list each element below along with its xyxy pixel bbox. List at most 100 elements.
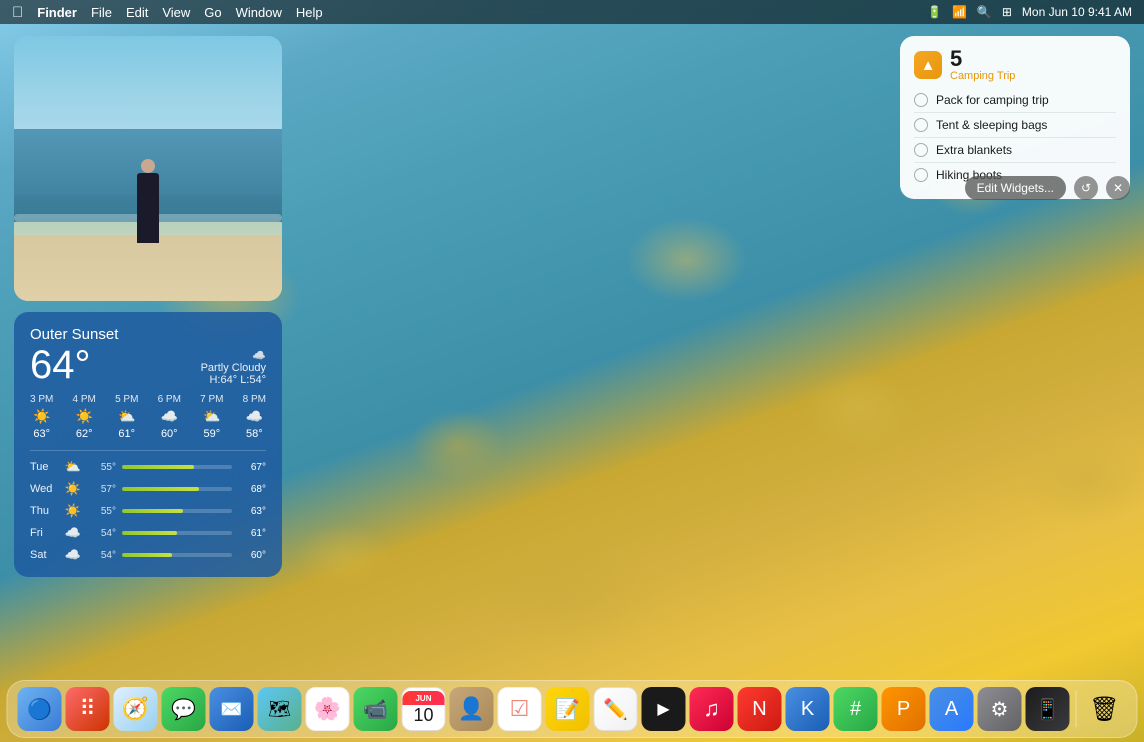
- dock-item-appstore[interactable]: AApp Store: [930, 687, 974, 731]
- weather-day-icon: ☁️: [64, 525, 82, 541]
- weather-hour-item: 4 PM ☀️ 62°: [73, 394, 96, 440]
- weather-day-name: Sat: [30, 549, 58, 561]
- datetime-display: Mon Jun 10 9:41 AM: [1022, 5, 1132, 19]
- weather-day-row: Thu ☀️ 55° 63°: [30, 503, 266, 519]
- dock: 🔵Finder⠿Launchpad🧭Safari💬Messages✉️Mail🗺…: [7, 680, 1138, 738]
- dock-item-photos[interactable]: 🌸Photos: [306, 687, 350, 731]
- dock-item-numbers[interactable]: #Numbers: [834, 687, 878, 731]
- dock-item-maps[interactable]: 🗺Maps: [258, 687, 302, 731]
- reminder-text: Extra blankets: [936, 143, 1012, 157]
- dock-item-facetime[interactable]: 📹FaceTime: [354, 687, 398, 731]
- weather-hour-icon: ⛅: [118, 408, 135, 425]
- reminder-checkbox[interactable]: [914, 168, 928, 182]
- weather-day-low: 54°: [88, 550, 116, 561]
- dock-item-safari[interactable]: 🧭Safari: [114, 687, 158, 731]
- reminder-item[interactable]: Tent & sleeping bags: [914, 113, 1116, 138]
- dock-item-launchpad[interactable]: ⠿Launchpad: [66, 687, 110, 731]
- reminders-items: Pack for camping trip Tent & sleeping ba…: [914, 88, 1116, 187]
- weather-day-bar: [122, 531, 177, 535]
- wifi-icon: 📶: [952, 5, 967, 19]
- menubar-help[interactable]: Help: [296, 5, 323, 20]
- reminders-count: 5: [950, 48, 1015, 70]
- reminder-checkbox[interactable]: [914, 93, 928, 107]
- contacts-icon: 👤: [458, 696, 485, 722]
- close-widget-button[interactable]: ✕: [1106, 176, 1130, 200]
- refresh-widget-button[interactable]: ↺: [1074, 176, 1098, 200]
- menubar:  Finder File Edit View Go Window Help 🔋…: [0, 0, 1144, 24]
- edit-widgets-button[interactable]: Edit Widgets...: [965, 176, 1066, 200]
- reminders-widget[interactable]: ▲ 5 Camping Trip Pack for camping trip T…: [900, 36, 1130, 199]
- weather-widget[interactable]: Outer Sunset 64° ☁️ Partly Cloudy H:64° …: [14, 312, 282, 577]
- dock-item-reminders[interactable]: ☑Reminders: [498, 687, 542, 731]
- weather-day-low: 55°: [88, 462, 116, 473]
- weather-temp-row: 64° ☁️ Partly Cloudy H:64° L:54°: [30, 345, 266, 386]
- dock-item-systemprefs[interactable]: ⚙System Preferences: [978, 687, 1022, 731]
- dock-item-contacts[interactable]: 👤Contacts: [450, 687, 494, 731]
- apple-menu[interactable]: : [12, 4, 23, 21]
- maps-icon: 🗺: [268, 699, 291, 720]
- menubar-view[interactable]: View: [162, 5, 190, 20]
- dock-item-finder[interactable]: 🔵Finder: [18, 687, 62, 731]
- weather-hour-icon: ⛅: [203, 408, 220, 425]
- reminders-header: ▲ 5 Camping Trip: [914, 48, 1116, 82]
- menubar-go[interactable]: Go: [204, 5, 221, 20]
- freeform-icon: ✏️: [603, 697, 628, 722]
- weather-day-bar: [122, 509, 183, 513]
- numbers-icon: #: [850, 698, 861, 721]
- notes-icon: 📝: [555, 697, 580, 722]
- weather-hour-time: 4 PM: [73, 394, 96, 405]
- weather-day-low: 55°: [88, 506, 116, 517]
- weather-hour-temp: 61°: [118, 428, 135, 440]
- weather-hourly: 3 PM ☀️ 63° 4 PM ☀️ 62° 5 PM ⛅ 61° 6 PM …: [30, 394, 266, 451]
- search-icon[interactable]: 🔍: [977, 5, 992, 19]
- music-icon: ♫: [703, 696, 720, 722]
- dock-item-pages[interactable]: PPages: [882, 687, 926, 731]
- weather-day-row: Wed ☀️ 57° 68°: [30, 481, 266, 497]
- weather-location: Outer Sunset: [30, 326, 266, 343]
- weather-hour-temp: 60°: [161, 428, 178, 440]
- dock-item-iphone[interactable]: 📱iPhone Mirroring: [1026, 687, 1070, 731]
- menubar-window[interactable]: Window: [236, 5, 282, 20]
- weather-hour-item: 5 PM ⛅ 61°: [115, 394, 138, 440]
- photo-sand: [14, 235, 282, 301]
- dock-item-messages[interactable]: 💬Messages: [162, 687, 206, 731]
- menubar-file[interactable]: File: [91, 5, 112, 20]
- control-center-icon[interactable]: ⊞: [1002, 5, 1012, 19]
- safari-icon: 🧭: [122, 696, 149, 722]
- weather-hour-icon: ☁️: [161, 408, 178, 425]
- trash-icon: 🗑: [1089, 695, 1119, 724]
- dock-item-music[interactable]: ♫Music: [690, 687, 734, 731]
- dock-item-keynote[interactable]: KKeynote: [786, 687, 830, 731]
- reminder-checkbox[interactable]: [914, 143, 928, 157]
- reminder-item[interactable]: Extra blankets: [914, 138, 1116, 163]
- dock-item-freeform[interactable]: ✏️Freeform: [594, 687, 638, 731]
- weather-hour-time: 8 PM: [243, 394, 266, 405]
- photo-widget: [14, 36, 282, 301]
- dock-item-trash[interactable]: 🗑Trash: [1083, 687, 1127, 731]
- dock-item-calendar[interactable]: JUN 10 Calendar: [402, 687, 446, 731]
- photo-person: [137, 173, 159, 243]
- systemprefs-icon: ⚙: [991, 697, 1009, 722]
- weather-day-high: 63°: [238, 506, 266, 517]
- weather-hour-icon: ☁️: [246, 408, 263, 425]
- dock-item-mail[interactable]: ✉️Mail: [210, 687, 254, 731]
- reminder-item[interactable]: Pack for camping trip: [914, 88, 1116, 113]
- weather-hour-icon: ☀️: [75, 408, 92, 425]
- weather-hour-item: 7 PM ⛅ 59°: [200, 394, 223, 440]
- dock-item-notes[interactable]: 📝Notes: [546, 687, 590, 731]
- news-icon: N: [752, 698, 766, 721]
- menubar-finder[interactable]: Finder: [37, 5, 77, 20]
- facetime-icon: 📹: [363, 697, 388, 722]
- weather-day-high: 67°: [238, 462, 266, 473]
- finder-icon: 🔵: [27, 697, 52, 722]
- launchpad-icon: ⠿: [79, 696, 95, 722]
- weather-hour-item: 3 PM ☀️ 63°: [30, 394, 53, 440]
- weather-hour-temp: 63°: [33, 428, 50, 440]
- dock-item-appletv[interactable]: ▶Apple TV: [642, 687, 686, 731]
- weather-temperature: 64°: [30, 345, 91, 385]
- dock-item-news[interactable]: NNews: [738, 687, 782, 731]
- reminder-checkbox[interactable]: [914, 118, 928, 132]
- weather-day-icon: ☀️: [64, 503, 82, 519]
- weather-day-high: 68°: [238, 484, 266, 495]
- menubar-edit[interactable]: Edit: [126, 5, 148, 20]
